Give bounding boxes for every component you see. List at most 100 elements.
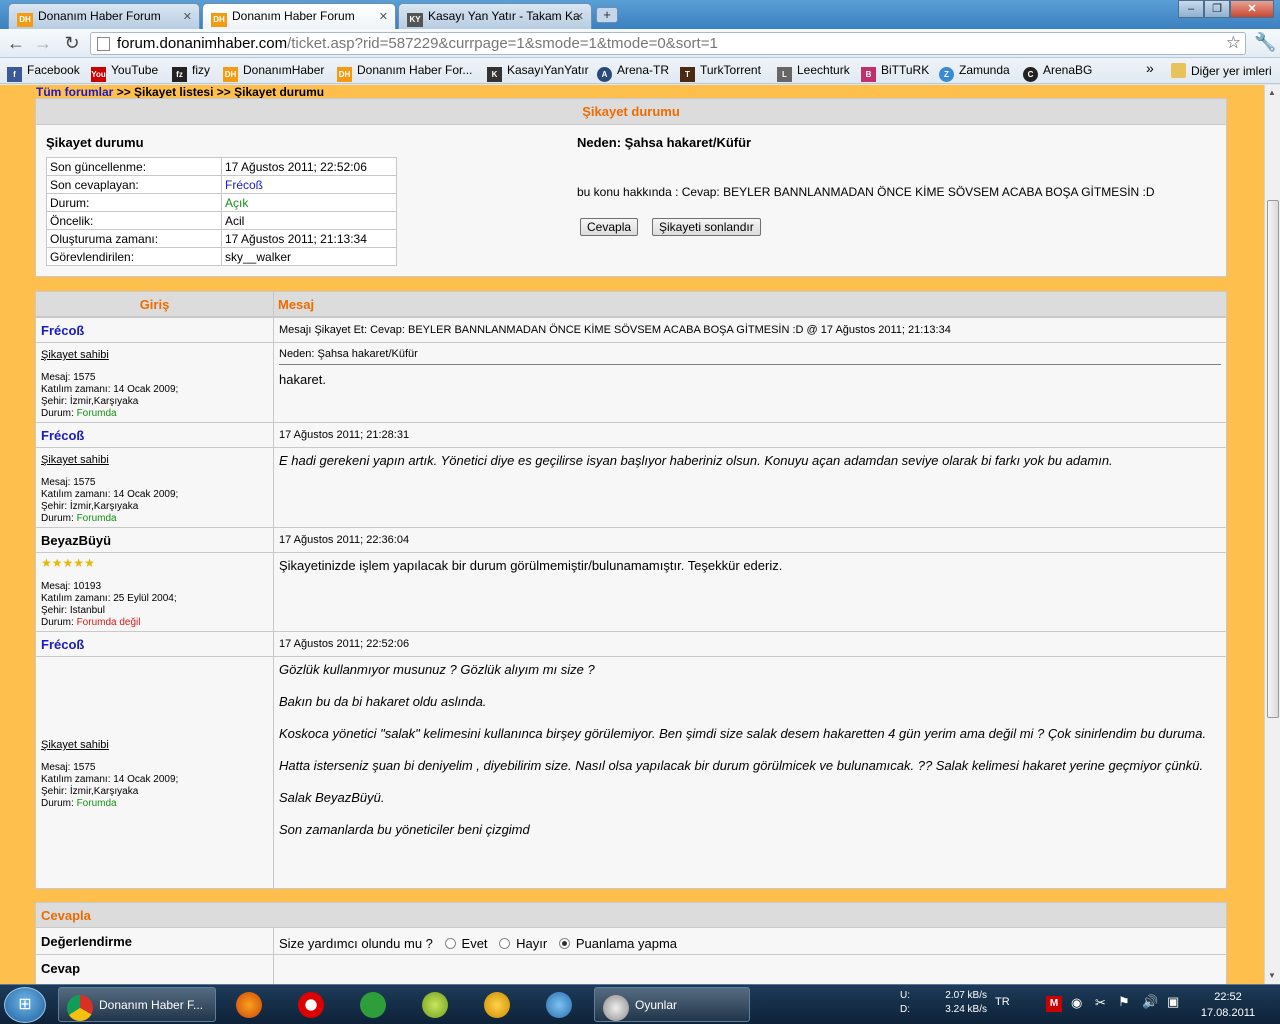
bookmark-youtube[interactable]: You YouTube — [91, 63, 158, 82]
user-status-line: Durum: Forumda — [41, 513, 178, 525]
radio-label: Hayır — [516, 936, 548, 951]
bookmark-kasayiyanyatir[interactable]: K KasayıYanYatır — [487, 63, 589, 82]
close-window-icon[interactable]: ✕ — [1230, 0, 1274, 18]
browser-tab[interactable]: KY Kasayı Yan Yatır - Takam Ka ✕ — [398, 3, 592, 29]
volume-icon[interactable]: 🔊 — [1142, 995, 1158, 1009]
info-value: sky__walker — [221, 247, 397, 266]
close-tab-icon[interactable]: ✕ — [183, 10, 192, 23]
tools-icon[interactable]: ✂ — [1095, 996, 1106, 1010]
clock-date: 17.08.2011 — [1200, 1007, 1256, 1019]
bookmark-arena-tr[interactable]: A Arena-TR — [597, 63, 669, 82]
post-author-link[interactable]: Frécoß — [41, 428, 84, 443]
reply-button[interactable]: Cevapla — [580, 218, 639, 236]
star-icon: ★ — [62, 556, 74, 570]
radio-no-rating[interactable] — [558, 938, 570, 949]
radio-yes[interactable] — [444, 938, 456, 949]
messenger-icon[interactable] — [546, 992, 572, 1018]
address-bar[interactable]: forum.donanimhaber.com/ticket.asp?rid=58… — [90, 32, 1246, 55]
reload-icon[interactable]: ↻ — [61, 33, 83, 55]
back-arrow-icon[interactable]: ← — [5, 33, 27, 55]
user-stat: Katılım zamanı: 14 Ocak 2009; — [41, 489, 179, 500]
post-body: E hadi gerekeni yapın artık. Yönetici di… — [279, 453, 1113, 468]
network-icon[interactable]: ▣ — [1167, 995, 1179, 1009]
messages-table: Giriş Mesaj Frécoß Mesajı Şikayet Et: Ce… — [35, 291, 1227, 890]
post-author-link[interactable]: Frécoß — [41, 323, 84, 338]
bookmark-turktorrent[interactable]: T TurkTorrent — [680, 63, 761, 82]
bookmark-label: YouTube — [111, 63, 159, 77]
kasayi-icon: K — [487, 67, 502, 82]
bookmark-bitturk[interactable]: B BiTTuRK — [861, 63, 929, 82]
forward-arrow-icon[interactable]: → — [32, 33, 54, 55]
media-player-icon[interactable] — [422, 992, 448, 1018]
flag-icon[interactable]: ⚑ — [1118, 995, 1130, 1009]
taskbar-chrome-window[interactable]: Donanım Haber F... — [58, 987, 216, 1022]
bookmark-facebook[interactable]: f Facebook — [7, 63, 80, 82]
opera-icon[interactable] — [298, 992, 324, 1018]
scroll-down-arrow-icon[interactable]: ▼ — [1268, 971, 1276, 980]
bookmark-leechturk[interactable]: L Leechturk — [777, 63, 850, 82]
firefox-icon[interactable] — [236, 992, 262, 1018]
user-stat: Katılım zamanı: 25 Eylül 2004; — [41, 593, 177, 604]
clock[interactable]: 22:52 17.08.2011 — [1198, 989, 1258, 1021]
maximize-icon[interactable]: ❐ — [1204, 0, 1230, 18]
bookmark-fizy[interactable]: fz fizy — [172, 63, 210, 82]
bookmark-label: Diğer yer imleri — [1191, 64, 1272, 78]
new-tab-button[interactable]: + — [596, 7, 618, 23]
info-value: Acil — [221, 211, 397, 230]
bookmark-label: BiTTuRK — [881, 63, 930, 77]
close-ticket-button[interactable]: Şikayeti sonlandır — [652, 218, 761, 236]
scrollbar-thumb[interactable] — [1267, 200, 1279, 718]
online-status: Forumda — [76, 513, 117, 524]
scroll-up-arrow-icon[interactable]: ▲ — [1268, 88, 1276, 97]
donanimhaber-icon: DH — [337, 67, 352, 82]
bookmark-zamunda[interactable]: Z Zamunda — [939, 63, 1010, 82]
breadcrumb-list-link[interactable]: >> Şikayet listesi — [117, 85, 214, 99]
turktorrent-icon: T — [680, 67, 695, 82]
net-download: 3.24 kB/s — [945, 1004, 987, 1015]
utorrent-icon[interactable] — [360, 992, 386, 1018]
complaint-reason: Neden: Şahsa hakaret/Küfür — [577, 135, 752, 150]
bookmark-label: Donanım Haber For... — [357, 63, 473, 77]
breadcrumb-home-link[interactable]: Tüm forumlar — [36, 85, 113, 99]
bookmark-arenabg[interactable]: C ArenaBG — [1023, 63, 1092, 82]
user-status-label: Durum: — [41, 408, 74, 419]
minimize-icon[interactable]: – — [1178, 0, 1204, 18]
aimp-icon[interactable] — [484, 992, 510, 1018]
browser-tab[interactable]: DH Donanım Haber Forum ✕ — [8, 3, 200, 29]
user-stat: Katılım zamanı: 14 Ocak 2009; — [41, 774, 179, 785]
close-tab-icon[interactable]: ✕ — [575, 10, 584, 23]
browser-tab-active[interactable]: DH Donanım Haber Forum ✕ — [202, 3, 396, 29]
bookmark-star-icon[interactable]: ☆ — [1226, 33, 1241, 53]
user-stats: Mesaj: 10193 Katılım zamanı: 25 Eylül 20… — [41, 581, 177, 629]
net-meter: 2.07 kB/s 3.24 kB/s — [941, 989, 987, 1017]
user-status-line: Durum: Forumda — [41, 798, 178, 810]
other-bookmarks-folder[interactable]: Diğer yer imleri — [1171, 63, 1272, 78]
clock-time: 22:52 — [1214, 991, 1242, 1003]
online-status: Forumda — [76, 408, 117, 419]
user-status-line: Durum: Forumda — [41, 408, 178, 420]
info-key: Son cevaplayan: — [46, 175, 222, 194]
folder-icon — [1171, 63, 1186, 78]
bookmark-donanimhaber-forum[interactable]: DH Donanım Haber For... — [337, 63, 472, 82]
bookmark-donanimhaber[interactable]: DH DonanımHaber — [223, 63, 324, 82]
post-author-link[interactable]: Frécoß — [41, 637, 84, 652]
status-info-table: Son güncellenme: 17 Ağustos 2011; 22:52:0… — [46, 157, 397, 266]
vertical-scrollbar[interactable]: ▲ ▼ — [1264, 85, 1280, 984]
wrench-menu-icon[interactable]: 🔧 — [1254, 32, 1276, 53]
chevron-more-icon[interactable]: » — [1146, 60, 1154, 76]
post-author-link[interactable]: BeyazBüyü — [41, 533, 111, 548]
language-indicator[interactable]: TR — [995, 995, 1010, 1009]
info-key: Son güncellenme: — [46, 157, 222, 176]
user-status-label: Durum: — [41, 513, 74, 524]
start-button[interactable]: ⊞ — [4, 987, 46, 1023]
radio-no[interactable] — [499, 938, 511, 949]
tab-title: Donanım Haber Forum — [232, 9, 355, 23]
fizy-icon: fz — [172, 67, 187, 82]
tray-app-icon[interactable]: ◉ — [1071, 996, 1082, 1010]
gmail-notifier-icon[interactable]: M — [1046, 996, 1062, 1012]
last-replier-link[interactable]: Frécoß — [221, 175, 397, 194]
taskbar-games-group[interactable]: Oyunlar — [594, 987, 750, 1022]
complainant-tag: Şikayet sahibi — [41, 739, 109, 751]
close-tab-icon[interactable]: ✕ — [379, 10, 388, 23]
online-status: Forumda — [76, 798, 117, 809]
